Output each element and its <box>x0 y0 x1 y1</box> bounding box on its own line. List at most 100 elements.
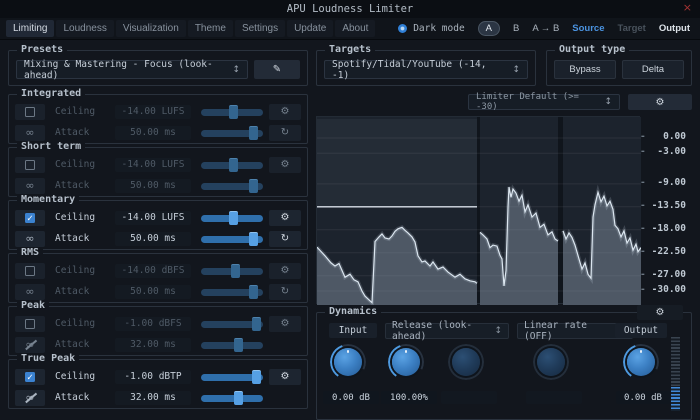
param-value: 32.00 ms <box>115 391 191 405</box>
ceiling-slider[interactable] <box>201 369 263 385</box>
monitor-target-button[interactable]: Target <box>618 23 646 34</box>
y-axis-tick: -3.00 <box>638 146 688 157</box>
enable-checkbox[interactable] <box>15 104 45 120</box>
close-icon[interactable]: × <box>683 1 692 14</box>
ceiling-slider[interactable] <box>201 210 263 226</box>
monitor-source-button[interactable]: Source <box>572 23 604 34</box>
slider-handle[interactable] <box>229 211 238 225</box>
edit-preset-button[interactable]: ✎ <box>254 60 300 79</box>
knob-dial[interactable] <box>334 348 362 376</box>
tab-limiting[interactable]: Limiting <box>6 20 54 37</box>
link-button[interactable]: ∞ <box>15 284 45 300</box>
enable-checkbox[interactable]: ✓ <box>15 369 45 385</box>
preset-a-button[interactable]: A <box>478 21 500 36</box>
slider-handle[interactable] <box>229 158 238 172</box>
link-button[interactable]: ∞ <box>15 125 45 141</box>
copy-a-to-b-button[interactable]: A → B <box>532 23 559 34</box>
slider-handle[interactable] <box>234 391 243 405</box>
attack-slider[interactable] <box>201 178 263 194</box>
knob-dial[interactable] <box>627 348 655 376</box>
gear-button[interactable]: ⚙ <box>269 316 301 332</box>
gear-button[interactable]: ⚙ <box>269 263 301 279</box>
section-rms: RMS Ceiling -14.00 dBFS ⚙ ∞ Attack 50.00… <box>8 253 308 303</box>
graph-preset-select[interactable]: Limiter Default (>= -30) ↕ <box>468 94 620 110</box>
link-button[interactable]: ∞ <box>15 231 45 247</box>
delta-button[interactable]: Delta <box>622 60 684 79</box>
tab-settings[interactable]: Settings <box>235 20 285 37</box>
slider-handle[interactable] <box>252 370 261 384</box>
slider-handle[interactable] <box>252 317 261 331</box>
enable-checkbox[interactable]: ✓ <box>15 210 45 226</box>
tab-update[interactable]: Update <box>287 20 333 37</box>
tab-about[interactable]: About <box>335 20 375 37</box>
output-gain-knob[interactable] <box>623 344 659 380</box>
dynamics-gear-button[interactable]: ⚙ <box>637 305 683 320</box>
slider-handle[interactable] <box>249 285 258 299</box>
enable-checkbox[interactable] <box>15 263 45 279</box>
gear-button[interactable]: ⚙ <box>269 210 301 226</box>
attack-slider[interactable] <box>201 125 263 141</box>
release-knob[interactable] <box>388 344 424 380</box>
slider-handle[interactable] <box>234 338 243 352</box>
link-button[interactable]: ∞ <box>15 390 45 406</box>
section-legend: True Peak <box>17 353 79 364</box>
attack-slider[interactable] <box>201 390 263 406</box>
knob-dial[interactable] <box>392 348 420 376</box>
y-axis: 0.00-3.00-9.00-13.50-18.00-22.50-27.00-3… <box>640 116 692 304</box>
ceiling-slider[interactable] <box>201 157 263 173</box>
presets-legend: Presets <box>17 44 67 55</box>
reset-button[interactable]: ↻ <box>269 231 301 247</box>
tab-loudness[interactable]: Loudness <box>56 20 113 37</box>
input-gain-knob[interactable] <box>330 344 366 380</box>
attack-slider[interactable] <box>201 231 263 247</box>
link-icon: ∞ <box>25 287 34 297</box>
release-time-knob[interactable] <box>448 344 484 380</box>
slider-handle[interactable] <box>229 105 238 119</box>
ceiling-slider[interactable] <box>201 263 263 279</box>
monitor-output-button[interactable]: Output <box>659 23 690 34</box>
section-short-term: Short term Ceiling -14.00 LUFS ⚙ ∞ Attac… <box>8 147 308 197</box>
chart-header: Limiter Default (>= -30) ↕ ⚙ <box>316 94 692 110</box>
graph-settings-gear-button[interactable]: ⚙ <box>628 94 692 110</box>
y-axis-tick: -18.00 <box>638 223 688 234</box>
knob-dial[interactable] <box>452 348 480 376</box>
target-select[interactable]: Spotify/Tidal/YouTube (-14, -1) ↕ <box>324 60 528 79</box>
reset-button[interactable]: ↻ <box>269 284 301 300</box>
preset-b-button[interactable]: B <box>513 23 519 34</box>
gain-meter-top <box>671 337 680 387</box>
release-mode-select[interactable]: Release (look-ahead) ↕ <box>385 323 509 339</box>
linear-rate-knob[interactable] <box>533 344 569 380</box>
target-select-value: Spotify/Tidal/YouTube (-14, -1) <box>332 59 506 81</box>
slider-handle[interactable] <box>231 264 240 278</box>
titlebar: APU Loudness Limiter × <box>0 0 700 18</box>
enable-checkbox[interactable] <box>15 157 45 173</box>
link-button[interactable]: ∞ <box>15 178 45 194</box>
param-label: Attack <box>55 233 107 244</box>
slider-handle[interactable] <box>249 232 258 246</box>
knob-dial[interactable] <box>537 348 565 376</box>
tab-visualization[interactable]: Visualization <box>116 20 186 37</box>
ceiling-row: Ceiling -14.00 dBFS ⚙ <box>15 262 301 279</box>
link-button[interactable]: ∞ <box>15 337 45 353</box>
preset-select[interactable]: Mixing & Mastering - Focus (look-ahead) … <box>16 60 248 79</box>
gear-button[interactable]: ⚙ <box>269 104 301 120</box>
section-legend: Short term <box>17 141 85 152</box>
tab-strip: Limiting Loudness Visualization Theme Se… <box>6 20 375 37</box>
dark-mode-toggle[interactable]: Dark mode <box>398 23 464 34</box>
slider-handle[interactable] <box>249 126 258 140</box>
tab-theme[interactable]: Theme <box>188 20 233 37</box>
gear-button[interactable]: ⚙ <box>269 369 301 385</box>
gear-button[interactable]: ⚙ <box>269 157 301 173</box>
attack-slider[interactable] <box>201 284 263 300</box>
ceiling-slider[interactable] <box>201 316 263 332</box>
y-axis-tick: 0.00 <box>638 131 688 142</box>
ceiling-slider[interactable] <box>201 104 263 120</box>
param-value: -14.00 dBFS <box>115 264 191 278</box>
bypass-button[interactable]: Bypass <box>554 60 616 79</box>
dark-mode-icon <box>398 24 407 33</box>
attack-slider[interactable] <box>201 337 263 353</box>
reset-button[interactable]: ↻ <box>269 125 301 141</box>
enable-checkbox[interactable] <box>15 316 45 332</box>
slider-handle[interactable] <box>249 179 258 193</box>
targets-legend: Targets <box>325 44 375 55</box>
